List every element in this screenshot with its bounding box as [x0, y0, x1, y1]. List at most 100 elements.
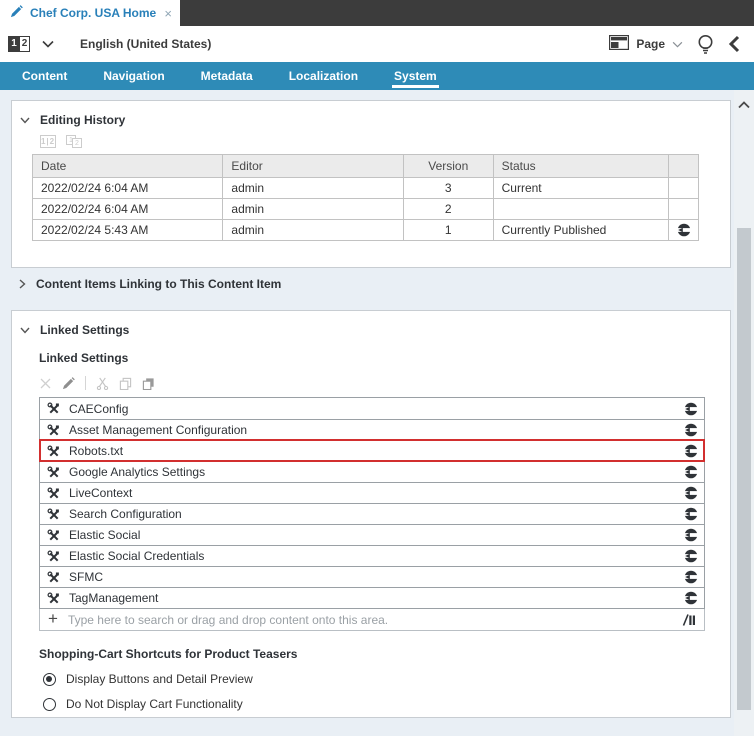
- table-cell: 2: [402, 199, 493, 219]
- content-type-selector[interactable]: Page: [609, 34, 683, 53]
- document-tab[interactable]: Chef Corp. USA Home P... ×: [0, 0, 180, 26]
- form-tabbar: Content Navigation Metadata Localization Sys…: [0, 62, 754, 90]
- published-status-icon: [684, 486, 698, 500]
- document-toolbar: 1 2 English (United States) Page: [0, 26, 754, 62]
- published-status-icon: [684, 591, 698, 605]
- settings-tools-icon: [47, 402, 60, 415]
- editing-history-panel: Editing History 1|2 12 Date Editor Version…: [11, 100, 731, 268]
- linked-setting-item[interactable]: Search Configuration: [40, 503, 704, 524]
- chevron-down-icon[interactable]: [42, 40, 54, 48]
- collapse-panel-icon[interactable]: [728, 35, 740, 53]
- linked-setting-item[interactable]: Elastic Social Credentials: [40, 545, 704, 566]
- table-cell: [668, 199, 698, 219]
- linked-setting-label: SFMC: [69, 570, 103, 584]
- merge-versions-icon[interactable]: 12: [66, 135, 82, 148]
- linked-setting-label: LiveContext: [69, 486, 133, 500]
- tab-localization[interactable]: Localization: [287, 62, 360, 90]
- settings-tools-icon: [47, 529, 60, 542]
- content-type-label: Page: [636, 37, 665, 51]
- table-cell: 2022/02/24 6:04 AM: [41, 181, 149, 195]
- settings-tools-icon: [47, 487, 60, 500]
- radio-label: Display Buttons and Detail Preview: [66, 672, 253, 686]
- radio-option[interactable]: Do Not Display Cart Functionality: [43, 697, 730, 711]
- column-header: Date: [41, 159, 67, 173]
- cut-scissors-icon[interactable]: [96, 377, 109, 390]
- lightbulb-icon[interactable]: [697, 34, 714, 55]
- linked-setting-item[interactable]: Robots.txt: [39, 439, 705, 462]
- published-status-icon: [684, 549, 698, 563]
- column-header: [668, 155, 698, 177]
- document-tabstrip: Chef Corp. USA Home P... ×: [0, 0, 754, 26]
- linked-setting-label: CAEConfig: [69, 401, 129, 416]
- column-header: Version: [402, 155, 493, 177]
- table-row[interactable]: 2022/02/24 6:04 AM admin 3 Current: [33, 177, 698, 198]
- settings-tools-icon: [47, 571, 60, 584]
- radio-button[interactable]: [43, 672, 56, 686]
- tab-navigation[interactable]: Navigation: [101, 62, 166, 90]
- table-cell: admin: [222, 199, 402, 219]
- add-plus-icon[interactable]: +: [48, 610, 58, 627]
- settings-tools-icon: [47, 508, 60, 521]
- linked-setting-label: Elastic Social Credentials: [69, 549, 205, 563]
- tab-metadata[interactable]: Metadata: [199, 62, 255, 90]
- table-row[interactable]: 2022/02/24 6:04 AM admin 2: [33, 198, 698, 219]
- table-row[interactable]: 2022/02/24 5:43 AM admin 1 Currently Publis…: [33, 219, 698, 240]
- linked-setting-item[interactable]: LiveContext: [40, 482, 704, 503]
- linked-setting-item[interactable]: SFMC: [40, 566, 704, 587]
- edit-pencil-icon[interactable]: [62, 376, 75, 390]
- linked-settings-header[interactable]: Linked Settings: [12, 311, 730, 337]
- linked-setting-item[interactable]: TagManagement: [40, 587, 704, 608]
- pencil-icon: [10, 5, 23, 21]
- linked-setting-item[interactable]: Elastic Social: [40, 524, 704, 545]
- close-icon[interactable]: ×: [164, 6, 172, 21]
- settings-tools-icon: [47, 592, 60, 605]
- table-cell: Currently Published: [492, 220, 668, 240]
- linked-setting-item[interactable]: Asset Management Configuration: [40, 419, 704, 440]
- table-cell: [492, 199, 668, 219]
- table-cell: admin: [222, 178, 402, 198]
- remove-icon[interactable]: [39, 377, 52, 390]
- column-header: Editor: [222, 155, 402, 177]
- form-scroll-area: Editing History 1|2 12 Date Editor Version…: [0, 90, 754, 736]
- field-label: Linked Settings: [39, 351, 129, 365]
- toolbar-divider: [85, 376, 86, 390]
- paste-icon[interactable]: [142, 377, 155, 390]
- settings-tools-icon: [47, 445, 60, 458]
- column-header: Status: [492, 155, 668, 177]
- section-title: Editing History: [40, 113, 126, 127]
- linked-settings-list: CAEConfig Asset Management Configuration R…: [39, 397, 705, 609]
- version-selector[interactable]: 1 2: [8, 36, 30, 52]
- published-status-icon: [684, 465, 698, 479]
- radio-button[interactable]: [43, 697, 56, 711]
- linked-setting-label: Search Configuration: [69, 507, 182, 521]
- content-search-input[interactable]: [67, 612, 672, 627]
- chevron-expanded-icon: [20, 117, 30, 124]
- radio-label: Do Not Display Cart Functionality: [66, 697, 243, 711]
- shortcuts-radio-group: Display Buttons and Detail Preview Do Not…: [12, 672, 730, 711]
- published-status-icon: [684, 423, 698, 437]
- scrollbar-thumb[interactable]: [737, 228, 751, 710]
- published-status-icon: [684, 570, 698, 584]
- linked-setting-item[interactable]: Google Analytics Settings: [40, 461, 704, 482]
- compare-versions-icon[interactable]: 1|2: [40, 135, 56, 148]
- settings-tools-icon: [47, 424, 60, 437]
- page-layout-icon: [609, 34, 630, 53]
- scroll-up-icon[interactable]: [738, 98, 750, 112]
- linked-setting-label: Elastic Social: [69, 528, 141, 542]
- published-status-icon: [684, 507, 698, 521]
- chevron-expanded-icon: [20, 327, 30, 334]
- linked-setting-item[interactable]: CAEConfig: [40, 398, 704, 419]
- editing-history-header[interactable]: Editing History: [12, 101, 730, 127]
- open-library-icon[interactable]: [682, 613, 696, 627]
- radio-option[interactable]: Display Buttons and Detail Preview: [43, 672, 730, 686]
- table-cell: 1: [402, 220, 493, 240]
- linking-section-header[interactable]: Content Items Linking to This Content It…: [19, 277, 281, 291]
- copy-icon[interactable]: [119, 377, 132, 390]
- table-cell: 2022/02/24 6:04 AM: [41, 202, 149, 216]
- tab-system[interactable]: System: [392, 62, 439, 90]
- linked-settings-toolbar: [39, 375, 730, 391]
- vertical-scrollbar[interactable]: [734, 90, 754, 736]
- linked-setting-label: Asset Management Configuration: [69, 423, 248, 437]
- tab-content[interactable]: Content: [20, 62, 69, 90]
- shortcuts-title: Shopping-Cart Shortcuts for Product Teas…: [39, 647, 298, 661]
